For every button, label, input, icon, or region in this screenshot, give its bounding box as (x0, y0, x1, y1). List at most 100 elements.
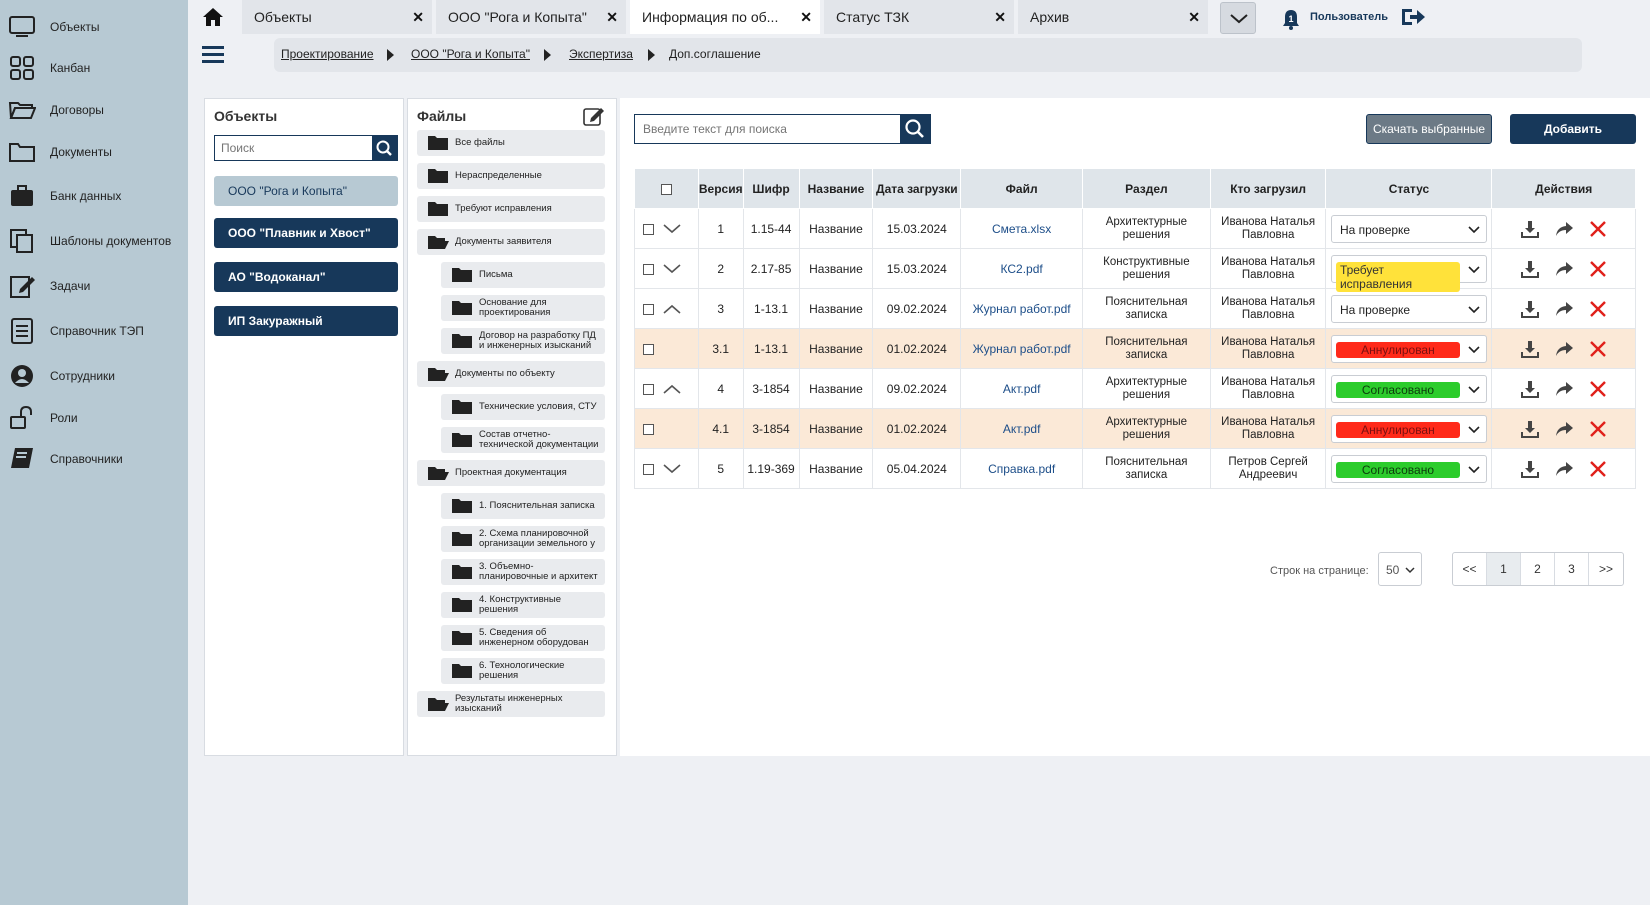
user-name[interactable]: Пользователь (1310, 11, 1388, 23)
object-item[interactable]: ООО "Рога и Копыта" (214, 176, 398, 206)
file-folder-item[interactable]: 5. Сведения об инженерном оборудован (441, 625, 605, 651)
object-item[interactable]: ИП Закуражный (214, 306, 398, 336)
chevron-up-icon[interactable] (662, 383, 682, 395)
chevron-down-icon[interactable] (662, 463, 682, 475)
chevron-up-icon[interactable] (662, 303, 682, 315)
row-checkbox[interactable] (643, 383, 654, 395)
file-folder-item[interactable]: 2. Схема планировочной организации земел… (441, 526, 605, 552)
page-3[interactable]: 3 (1555, 553, 1589, 585)
status-select[interactable]: Согласовано (1330, 374, 1487, 403)
tab-status-tzk[interactable]: Статус ТЗК ✕ (824, 0, 1014, 34)
sidebar-item-tep[interactable]: Справочник ТЭП (0, 313, 188, 349)
chevron-down-icon[interactable] (662, 223, 682, 235)
logout-icon[interactable] (1400, 6, 1426, 28)
documents-search-button[interactable] (900, 115, 930, 143)
tab-object-info[interactable]: Информация по об... ✕ (630, 0, 820, 34)
file-folder-item[interactable]: Проектная документация (417, 460, 605, 486)
status-select[interactable]: Аннулирован (1330, 334, 1487, 363)
share-icon[interactable] (1554, 339, 1574, 359)
page-last[interactable]: >> (1589, 553, 1623, 585)
column-header[interactable]: Файл (960, 168, 1083, 209)
file-link[interactable]: Акт.pdf (960, 408, 1083, 449)
breadcrumb-item[interactable]: Проектирование (281, 47, 374, 61)
file-link[interactable]: КС2.pdf (960, 248, 1083, 289)
sidebar-item-databank[interactable]: Банк данных (0, 178, 188, 214)
row-checkbox[interactable] (643, 423, 654, 435)
column-header[interactable]: Название (798, 168, 874, 209)
status-select[interactable]: Аннулирован (1330, 414, 1487, 443)
breadcrumb-item[interactable]: ООО "Рога и Копыта" (411, 47, 530, 61)
row-checkbox[interactable] (643, 303, 654, 315)
status-select[interactable]: На проверке (1330, 214, 1487, 243)
column-header[interactable]: Шифр (742, 168, 800, 209)
table-row[interactable]: 4 3-1854 Название 09.02.2024 Акт.pdf Архитект… (634, 368, 1636, 409)
close-icon[interactable]: ✕ (412, 9, 424, 26)
file-folder-item[interactable]: Нераспределенные (417, 163, 605, 189)
sidebar-item-employees[interactable]: Сотрудники (0, 358, 188, 394)
status-select[interactable]: На проверке (1330, 294, 1487, 323)
share-icon[interactable] (1554, 459, 1574, 479)
status-select[interactable]: Согласовано (1330, 454, 1487, 483)
column-header[interactable]: Действия (1491, 168, 1636, 209)
file-folder-item[interactable]: Документы по объекту (417, 361, 605, 387)
file-folder-item[interactable]: Технические условия, СТУ (441, 394, 605, 420)
file-link[interactable]: Журнал работ.pdf (960, 328, 1083, 369)
sidebar-item-tasks[interactable]: Задачи (0, 268, 188, 304)
file-link[interactable]: Смета.xlsx (960, 208, 1083, 249)
delete-icon[interactable] (1588, 299, 1608, 319)
status-select[interactable]: Требует исправления (1330, 254, 1487, 292)
sidebar-item-contracts[interactable]: Договоры (0, 92, 188, 128)
file-link[interactable]: Акт.pdf (960, 368, 1083, 409)
file-folder-item[interactable]: Все файлы (417, 130, 605, 156)
share-icon[interactable] (1554, 219, 1574, 239)
sidebar-item-templates[interactable]: Шаблоны документов (0, 223, 188, 259)
page-2[interactable]: 2 (1521, 553, 1555, 585)
download-icon[interactable] (1520, 339, 1540, 359)
share-icon[interactable] (1554, 259, 1574, 279)
column-header[interactable]: Раздел (1081, 168, 1211, 209)
close-icon[interactable]: ✕ (800, 9, 812, 26)
tab-objects[interactable]: Объекты ✕ (242, 0, 432, 34)
objects-search-button[interactable] (372, 136, 397, 160)
sidebar-item-documents[interactable]: Документы (0, 134, 188, 170)
file-folder-item[interactable]: 6. Технологические решения (441, 658, 605, 684)
page-first[interactable]: << (1453, 553, 1487, 585)
sidebar-item-kanban[interactable]: Канбан (0, 50, 188, 86)
row-checkbox[interactable] (643, 223, 654, 235)
object-item[interactable]: АО "Водоканал" (214, 262, 398, 292)
menu-icon[interactable] (202, 45, 224, 65)
documents-search-input[interactable] (635, 115, 900, 143)
download-selected-button[interactable]: Скачать выбранные (1366, 114, 1492, 144)
file-folder-item[interactable]: Требуют исправления (417, 196, 605, 222)
table-row[interactable]: 3.1 1-13.1 Название 01.02.2024 Журнал работ.… (634, 328, 1636, 369)
select-all-checkbox[interactable] (660, 183, 672, 195)
edit-icon[interactable] (583, 106, 605, 126)
table-row[interactable]: 4.1 3-1854 Название 01.02.2024 Акт.pdf Архите… (634, 408, 1636, 449)
share-icon[interactable] (1554, 299, 1574, 319)
file-folder-item[interactable]: Документы заявителя (417, 229, 605, 255)
close-icon[interactable]: ✕ (1188, 9, 1200, 26)
delete-icon[interactable] (1588, 339, 1608, 359)
download-icon[interactable] (1520, 459, 1540, 479)
download-icon[interactable] (1520, 259, 1540, 279)
file-link[interactable]: Журнал работ.pdf (960, 288, 1083, 329)
sidebar-item-roles[interactable]: Роли (0, 400, 188, 436)
breadcrumb-item[interactable]: Экспертиза (569, 47, 633, 61)
tab-archive[interactable]: Архив ✕ (1018, 0, 1208, 34)
column-header[interactable]: Кто загрузил (1209, 168, 1327, 209)
chevron-down-icon[interactable] (662, 263, 682, 275)
objects-search-input[interactable] (215, 136, 370, 160)
file-folder-item[interactable]: Состав отчетно-технической документации (441, 427, 605, 453)
file-folder-item[interactable]: Основание для проектирования (441, 295, 605, 321)
column-header[interactable]: Версия (697, 168, 744, 209)
delete-icon[interactable] (1588, 379, 1608, 399)
home-icon[interactable] (202, 6, 224, 28)
file-folder-item[interactable]: 4. Конструктивные решения (441, 592, 605, 618)
table-row[interactable]: 3 1-13.1 Название 09.02.2024 Журнал работ.pd… (634, 288, 1636, 329)
column-header[interactable]: Дата загрузки (872, 168, 962, 209)
table-row[interactable]: 5 1.19-369 Название 05.04.2024 Справка.pdf По… (634, 448, 1636, 489)
column-header[interactable]: Статус (1325, 168, 1493, 209)
table-row[interactable]: 2 2.17-85 Название 15.03.2024 КС2.pdf Констру… (634, 248, 1636, 292)
close-icon[interactable]: ✕ (994, 9, 1006, 26)
file-folder-item[interactable]: 1. Пояснительная записка (441, 493, 605, 519)
